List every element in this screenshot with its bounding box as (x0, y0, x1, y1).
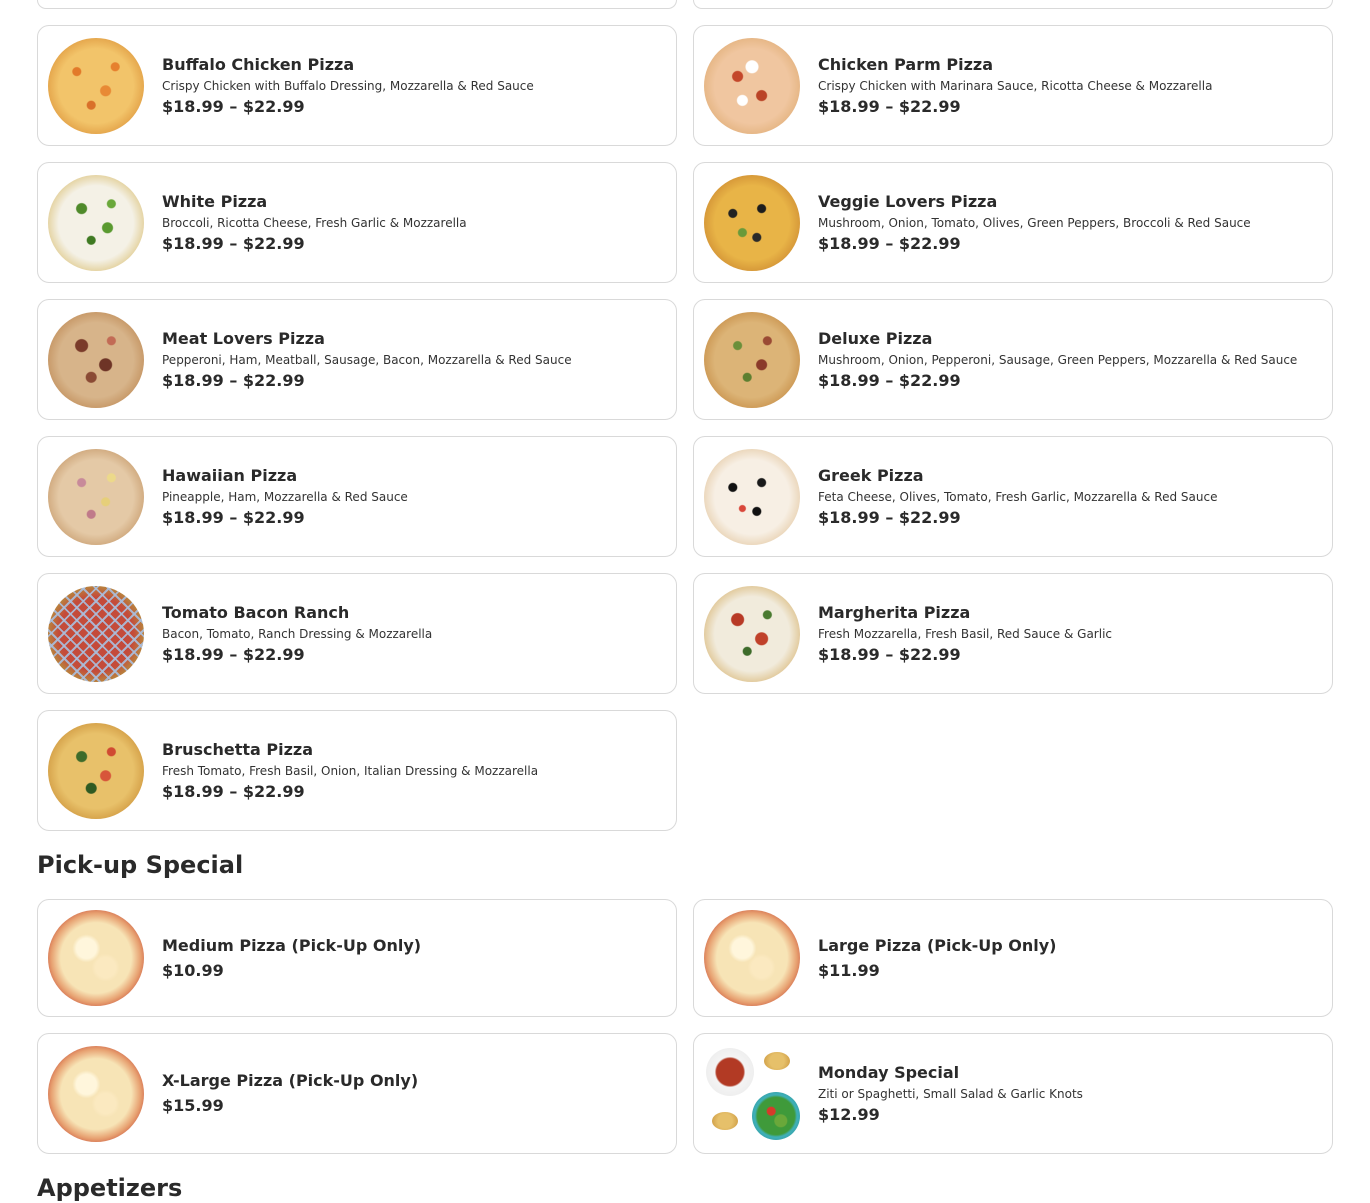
tomato-bacon-ranch-pizza-image (48, 585, 144, 682)
item-name: Veggie Lovers Pizza (818, 191, 998, 211)
item-description: Pineapple, Ham, Mozzarella & Red Sauce (162, 489, 408, 504)
item-description: Broccoli, Ricotta Cheese, Fresh Garlic &… (162, 215, 467, 230)
menu-item-card[interactable]: Tomato Bacon Ranch Bacon, Tomato, Ranch … (37, 573, 677, 694)
item-price: $18.99 – $22.99 (162, 233, 305, 253)
item-description: Crispy Chicken with Buffalo Dressing, Mo… (162, 78, 534, 93)
cheese-pizza-image (704, 910, 800, 1006)
item-name: Margherita Pizza (818, 602, 971, 622)
meat-lovers-pizza-image (48, 311, 144, 408)
menu-item-card[interactable]: Veggie Lovers Pizza Mushroom, Onion, Tom… (693, 162, 1333, 283)
white-pizza-image (48, 174, 144, 271)
item-name: Monday Special (818, 1062, 960, 1082)
menu-item-card[interactable]: Large Pizza (Pick-Up Only) $11.99 (693, 899, 1333, 1017)
item-description: Fresh Mozzarella, Fresh Basil, Red Sauce… (818, 626, 1112, 641)
chicken-parm-pizza-image (704, 37, 800, 134)
menu-grid-partial (37, 0, 1333, 9)
menu-item-card-partial[interactable] (693, 0, 1333, 9)
menu-item-card[interactable]: Chicken Parm Pizza Crispy Chicken with M… (693, 25, 1333, 146)
item-price: $18.99 – $22.99 (818, 96, 961, 116)
menu-item-card[interactable]: White Pizza Broccoli, Ricotta Cheese, Fr… (37, 162, 677, 283)
cheese-pizza-image (48, 910, 144, 1006)
cheese-pizza-image (48, 1045, 144, 1142)
item-name: Large Pizza (Pick-Up Only) (818, 935, 1057, 955)
item-name: Buffalo Chicken Pizza (162, 54, 355, 74)
bruschetta-pizza-image (48, 722, 144, 819)
menu-item-card[interactable]: Bruschetta Pizza Fresh Tomato, Fresh Bas… (37, 710, 677, 831)
item-description: Pepperoni, Ham, Meatball, Sausage, Bacon… (162, 352, 572, 367)
item-price: $18.99 – $22.99 (162, 96, 305, 116)
item-name: X-Large Pizza (Pick-Up Only) (162, 1071, 419, 1090)
veggie-lovers-pizza-image (704, 174, 800, 271)
item-description: Crispy Chicken with Marinara Sauce, Rico… (818, 78, 1213, 93)
item-description: Fresh Tomato, Fresh Basil, Onion, Italia… (162, 763, 539, 778)
item-name: Greek Pizza (818, 465, 924, 485)
item-price: $18.99 – $22.99 (162, 781, 305, 801)
item-description: Ziti or Spaghetti, Small Salad & Garlic … (818, 1086, 1083, 1101)
item-price: $18.99 – $22.99 (818, 507, 961, 527)
item-name: Tomato Bacon Ranch (162, 602, 350, 622)
greek-pizza-image (704, 448, 800, 545)
menu-item-card[interactable]: X-Large Pizza (Pick-Up Only) $15.99 (37, 1033, 677, 1154)
item-price: $18.99 – $22.99 (818, 644, 961, 664)
deluxe-pizza-image (704, 311, 800, 408)
garlic-knot-icon (764, 1051, 790, 1070)
item-price: $10.99 (162, 960, 224, 980)
buffalo-chicken-pizza-image (48, 37, 144, 134)
item-price: $18.99 – $22.99 (818, 370, 961, 390)
menu-item-card[interactable]: Margherita Pizza Fresh Mozzarella, Fresh… (693, 573, 1333, 694)
menu-item-card[interactable]: Medium Pizza (Pick-Up Only) $10.99 (37, 899, 677, 1017)
item-name: Hawaiian Pizza (162, 465, 298, 485)
item-name: Chicken Parm Pizza (818, 54, 993, 74)
margherita-pizza-image (704, 585, 800, 682)
item-price: $18.99 – $22.99 (818, 233, 961, 253)
garlic-knot-icon (712, 1111, 738, 1130)
item-name: Medium Pizza (Pick-Up Only) (162, 935, 422, 955)
pasta-salad-knots-image (704, 1046, 800, 1142)
combo-image (704, 1046, 800, 1142)
menu-item-card-partial[interactable] (37, 0, 677, 9)
item-price: $18.99 – $22.99 (162, 507, 305, 527)
menu-item-card[interactable]: Greek Pizza Feta Cheese, Olives, Tomato,… (693, 436, 1333, 557)
pasta-plate-icon (706, 1047, 754, 1096)
section-title-pickup-special: Pick-up Special (37, 851, 244, 879)
item-price: $12.99 (818, 1104, 880, 1124)
item-name: Deluxe Pizza (818, 328, 933, 348)
menu-item-card[interactable]: Deluxe Pizza Mushroom, Onion, Pepperoni,… (693, 299, 1333, 420)
section-title-appetizers: Appetizers (37, 1174, 183, 1202)
item-name: White Pizza (162, 191, 268, 211)
menu-item-card[interactable]: Hawaiian Pizza Pineapple, Ham, Mozzarell… (37, 436, 677, 557)
item-price: $18.99 – $22.99 (162, 644, 305, 664)
salad-bowl-icon (752, 1091, 800, 1140)
item-description: Feta Cheese, Olives, Tomato, Fresh Garli… (818, 489, 1218, 504)
item-description: Mushroom, Onion, Pepperoni, Sausage, Gre… (818, 352, 1298, 367)
item-description: Mushroom, Onion, Tomato, Olives, Green P… (818, 215, 1251, 230)
item-price: $11.99 (818, 960, 880, 980)
item-name: Meat Lovers Pizza (162, 328, 325, 348)
item-name: Bruschetta Pizza (162, 739, 314, 759)
menu-item-card[interactable]: Meat Lovers Pizza Pepperoni, Ham, Meatba… (37, 299, 677, 420)
pickup-special-grid: Medium Pizza (Pick-Up Only) $10.99 Large… (37, 899, 1333, 1154)
hawaiian-pizza-image (48, 448, 144, 545)
pizza-grid: Buffalo Chicken Pizza Crispy Chicken wit… (37, 25, 1333, 831)
menu-item-card[interactable]: Buffalo Chicken Pizza Crispy Chicken wit… (37, 25, 677, 146)
item-price: $18.99 – $22.99 (162, 370, 305, 390)
item-price: $15.99 (162, 1096, 224, 1115)
menu-item-card[interactable]: Monday Special Ziti or Spaghetti, Small … (693, 1033, 1333, 1154)
item-description: Bacon, Tomato, Ranch Dressing & Mozzarel… (162, 626, 433, 641)
